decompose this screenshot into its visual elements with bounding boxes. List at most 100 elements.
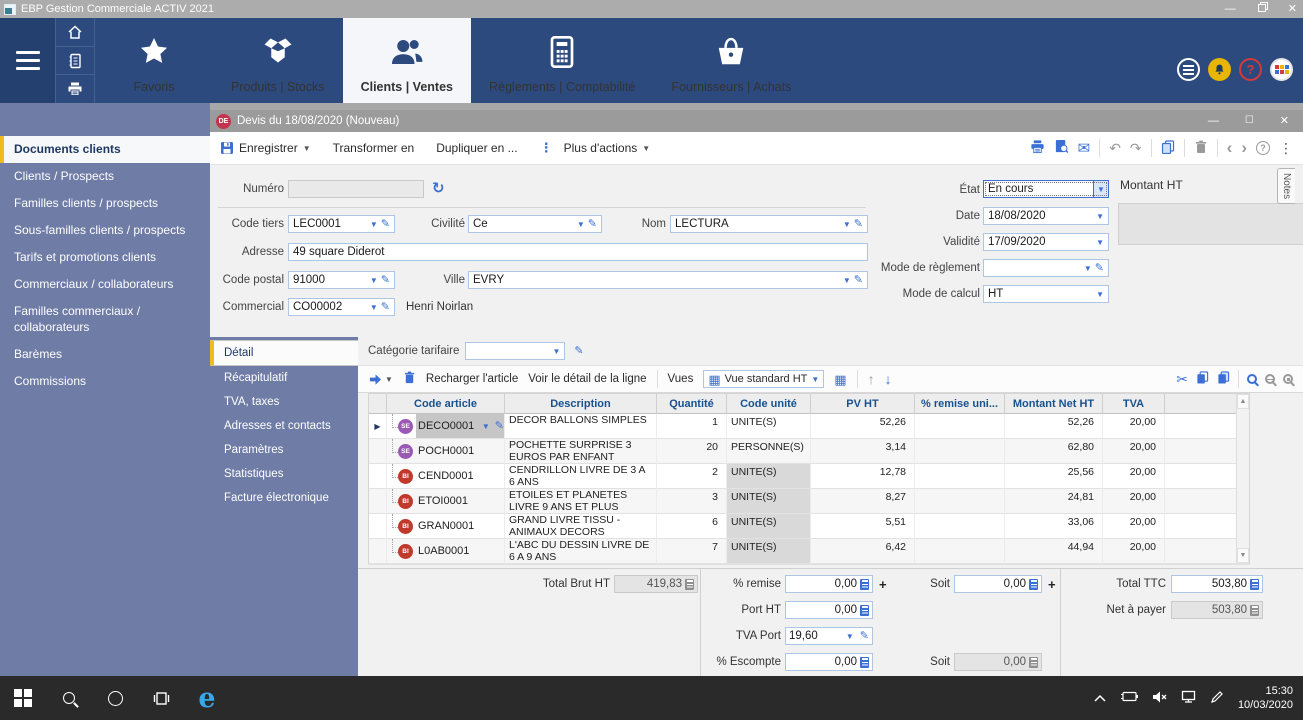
cell-tva[interactable]: 20,00 (1103, 514, 1165, 539)
app-minimize-button[interactable]: — (1225, 0, 1236, 18)
doc-minimize-button[interactable]: — (1208, 112, 1219, 130)
cell-quantite[interactable]: 7 (657, 539, 727, 564)
cell-code-unite[interactable]: UNITE(S) (727, 489, 811, 514)
scroll-down-icon[interactable]: ▼ (1237, 548, 1249, 563)
sidebar-item-commerciaux-collaborateurs[interactable]: Commerciaux / collaborateurs (0, 271, 210, 298)
cell-quantite[interactable]: 3 (657, 489, 727, 514)
doc-maximize-button[interactable]: ☐ (1245, 112, 1254, 130)
printer-icon[interactable] (56, 75, 94, 103)
cell-remise[interactable] (915, 514, 1005, 539)
sidebar-item-familles-clients-prospects[interactable]: Familles clients / prospects (0, 190, 210, 217)
cell-code-article[interactable]: BIL0AB0001 (387, 539, 505, 564)
cell-code-unite[interactable]: UNITE(S) (727, 539, 811, 564)
cell-code-unite[interactable]: PERSONNE(S) (727, 439, 811, 464)
news-icon[interactable] (1177, 58, 1200, 81)
table-row[interactable]: BICEND0001CENDRILLON LIVRE DE 3 A 6 ANS2… (369, 464, 1249, 489)
address-book-icon[interactable] (56, 47, 94, 76)
mode-reglement-field[interactable]: ▼✎ (983, 259, 1109, 277)
nav-tab-produits-stocks[interactable]: Produits | Stocks (213, 18, 343, 103)
doc-help-icon[interactable]: ? (1256, 141, 1270, 155)
categorie-tarifaire-field[interactable]: ▼ (465, 342, 565, 360)
column-header[interactable]: TVA (1103, 394, 1165, 414)
table-row[interactable]: SEPOCH0001POCHETTE SURPRISE 3 EUROS PAR … (369, 439, 1249, 464)
cell-montant-net-ht[interactable]: 33,06 (1005, 514, 1103, 539)
cell-remise[interactable] (915, 439, 1005, 464)
sidebar-item-tarifs-et-promotions-clients[interactable]: Tarifs et promotions clients (0, 244, 210, 271)
cell-tva[interactable]: 20,00 (1103, 539, 1165, 564)
article-code[interactable]: ETOI0001 (416, 489, 504, 513)
civilite-field[interactable]: Ce▼✎ (468, 215, 602, 233)
column-header[interactable]: % remise uni... (915, 394, 1005, 414)
column-header[interactable]: Quantité (657, 394, 727, 414)
column-header[interactable]: Montant Net HT (1005, 394, 1103, 414)
cell-quantite[interactable]: 6 (657, 514, 727, 539)
nav-tab-favoris[interactable]: Favoris (95, 18, 213, 103)
move-up-icon[interactable]: ↑ (868, 371, 875, 387)
date-field[interactable]: 18/08/2020▼ (983, 207, 1109, 225)
etat-field[interactable]: En cours▼ (983, 180, 1109, 198)
detail-tab-statistiques[interactable]: Statistiques (210, 462, 358, 486)
ville-field[interactable]: EVRY▼✎ (468, 271, 868, 289)
row-selector[interactable] (369, 439, 387, 464)
sidebar-item-bar-mes[interactable]: Barèmes (0, 341, 210, 368)
apps-icon[interactable] (1270, 58, 1293, 81)
article-code[interactable]: DECO0001▼✎ (416, 414, 504, 438)
cell-montant-net-ht[interactable]: 25,56 (1005, 464, 1103, 489)
nav-tab-reglements-comptabilite[interactable]: Règlements | Comptabilité (471, 18, 653, 103)
tva-port-field[interactable]: 19,60▼✎ (785, 627, 873, 645)
app-restore-button[interactable] (1258, 0, 1266, 18)
row-selector[interactable] (369, 489, 387, 514)
table-row[interactable]: ▶SEDECO0001▼✎DECOR BALLONS SIMPLES1UNITE… (369, 414, 1249, 439)
cell-quantite[interactable]: 20 (657, 439, 727, 464)
scroll-up-icon[interactable]: ▲ (1237, 394, 1249, 409)
cell-tva[interactable]: 20,00 (1103, 489, 1165, 514)
view-selector[interactable]: ▦ Vue standard HT▼ (703, 370, 824, 388)
app-close-button[interactable]: ✕ (1288, 0, 1297, 18)
table-row[interactable]: BIETOI0001ETOILES ET PLANETES LIVRE 9 AN… (369, 489, 1249, 514)
refresh-icon[interactable]: ↻ (432, 179, 445, 197)
detail-tab-tva-taxes[interactable]: TVA, taxes (210, 390, 358, 414)
cell-code-article[interactable]: BICEND0001 (387, 464, 505, 489)
validite-field[interactable]: 17/09/2020▼ (983, 233, 1109, 251)
taskbar-clock[interactable]: 15:30 10/03/2020 (1238, 684, 1293, 712)
cell-code-unite[interactable]: UNITE(S) (727, 514, 811, 539)
column-header[interactable]: PV HT (811, 394, 915, 414)
pen-icon[interactable] (1210, 690, 1224, 707)
mode-calcul-field[interactable]: HT▼ (983, 285, 1109, 303)
cell-pencil-icon[interactable]: ✎ (495, 421, 504, 431)
notes-tab[interactable]: Notes (1277, 168, 1295, 204)
edge-icon[interactable]: e (184, 676, 230, 720)
print-icon[interactable] (1030, 139, 1045, 157)
sidebar-item-familles-commerciaux-collaborateurs[interactable]: Familles commerciaux / collaborateurs (0, 298, 210, 341)
calculator-icon[interactable] (860, 657, 869, 668)
undo-icon[interactable]: ↶ (1109, 141, 1121, 155)
cell-quantite[interactable]: 2 (657, 464, 727, 489)
cell-quantite[interactable]: 1 (657, 414, 727, 439)
soit-field[interactable]: 0,00 (954, 575, 1042, 593)
column-header[interactable]: Code unité (727, 394, 811, 414)
calculator-icon[interactable] (860, 605, 869, 616)
network-icon[interactable] (1181, 690, 1196, 706)
row-selector[interactable] (369, 539, 387, 564)
categorie-pencil-icon[interactable]: ✎ (574, 346, 583, 356)
cell-montant-net-ht[interactable]: 62,80 (1005, 439, 1103, 464)
print-preview-icon[interactable] (1054, 139, 1069, 157)
cell-montant-net-ht[interactable]: 52,26 (1005, 414, 1103, 439)
cell-description[interactable]: POCHETTE SURPRISE 3 EUROS PAR ENFANT (505, 439, 657, 464)
previous-icon[interactable]: ‹ (1227, 141, 1233, 155)
cell-pv-ht[interactable]: 6,42 (811, 539, 915, 564)
calculator-icon[interactable] (1029, 579, 1038, 590)
cell-code-article[interactable]: BIETOI0001 (387, 489, 505, 514)
cell-pv-ht[interactable]: 5,51 (811, 514, 915, 539)
port-ht-field[interactable]: 0,00 (785, 601, 873, 619)
cell-pv-ht[interactable]: 52,26 (811, 414, 915, 439)
sidebar-item-sous-familles-clients-prospects[interactable]: Sous-familles clients / prospects (0, 217, 210, 244)
task-view-icon[interactable] (138, 676, 184, 720)
notifications-icon[interactable] (1208, 58, 1231, 81)
code-postal-field[interactable]: 91000▼✎ (288, 271, 395, 289)
cell-tva[interactable]: 20,00 (1103, 464, 1165, 489)
cell-tva[interactable]: 20,00 (1103, 414, 1165, 439)
copy-icon[interactable] (1196, 371, 1209, 387)
detail-tab-facture-lectronique[interactable]: Facture électronique (210, 486, 358, 510)
cell-description[interactable]: GRAND LIVRE TISSU - ANIMAUX DECORS (505, 514, 657, 539)
